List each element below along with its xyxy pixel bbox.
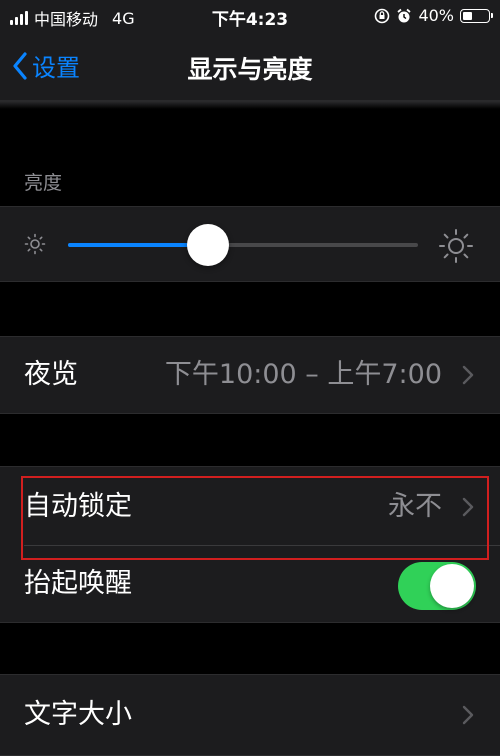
- text-size-group: 文字大小: [0, 674, 500, 756]
- alarm-icon: [397, 8, 412, 22]
- navigation-bar: 设置 显示与亮度: [0, 32, 500, 101]
- night-shift-label: 夜览: [24, 359, 78, 390]
- brightness-slider[interactable]: [68, 224, 418, 266]
- status-right: 40%: [374, 6, 493, 25]
- brightness-slider-thumb[interactable]: [187, 224, 229, 266]
- highlight-box: [21, 476, 489, 560]
- brightness-high-icon: [439, 229, 473, 263]
- brightness-section-title: 亮度: [24, 172, 63, 194]
- page-title: 显示与亮度: [187, 55, 313, 84]
- night-shift-row[interactable]: 夜览 下午10:00 – 上午7:00: [0, 337, 500, 413]
- chevron-right-icon: [462, 365, 474, 385]
- night-shift-group: 夜览 下午10:00 – 上午7:00: [0, 336, 500, 414]
- toggle-knob: [430, 564, 474, 608]
- brightness-group: [0, 206, 500, 282]
- battery-icon: [460, 8, 493, 23]
- raise-to-wake-toggle[interactable]: [398, 562, 476, 610]
- status-bar: 中国移动 4G 下午4:23 40%: [0, 0, 500, 32]
- brightness-low-icon: [24, 233, 46, 255]
- nav-shadow: [0, 101, 500, 109]
- text-size-row[interactable]: 文字大小: [0, 677, 500, 753]
- chevron-right-icon: [462, 705, 474, 725]
- night-shift-value: 下午10:00 – 上午7:00: [164, 359, 442, 390]
- text-size-label: 文字大小: [24, 699, 132, 730]
- orientation-lock-icon: [375, 8, 390, 23]
- battery-percent: 40%: [418, 6, 454, 25]
